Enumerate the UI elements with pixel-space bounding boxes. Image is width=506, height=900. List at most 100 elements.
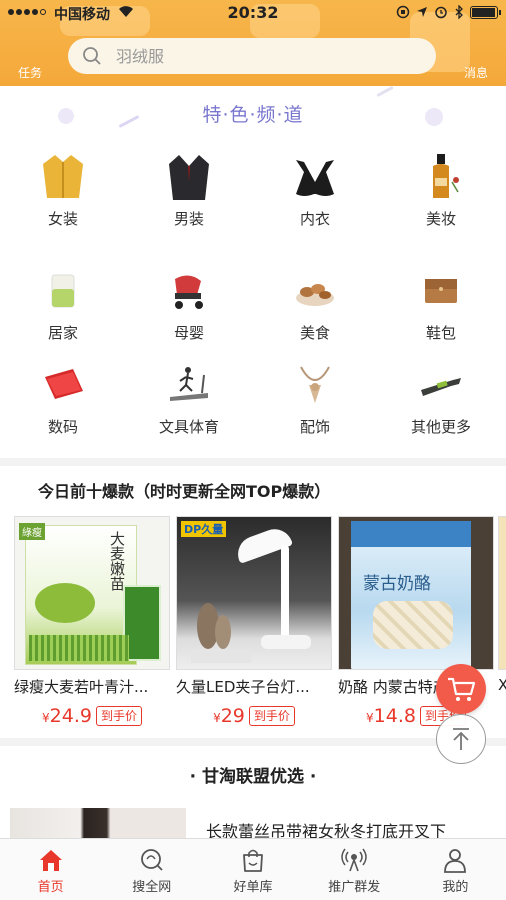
channel-accessories[interactable]: 配饰: [252, 360, 378, 437]
cheese-pieces: [373, 601, 453, 649]
home-icon: [39, 850, 62, 871]
preferred-title: · 甘淘联盟优选 ·: [189, 767, 317, 787]
phone-case-icon: [38, 360, 88, 410]
channel-shoes-bags[interactable]: 鞋包: [378, 266, 504, 343]
tab-label: 首页: [37, 880, 64, 895]
arrow-up-icon: [453, 728, 469, 750]
snacks-icon: [290, 266, 340, 316]
price-row: ¥29 到手价: [176, 705, 332, 727]
battery-icon: [470, 5, 501, 19]
perfume-icon: [416, 152, 466, 202]
search-bar[interactable]: [68, 38, 436, 74]
product-card[interactable]: X: [498, 516, 506, 694]
channel-label: 男装: [173, 210, 204, 228]
product-image: [498, 516, 506, 670]
box-text: 大麦嫩苗: [108, 531, 126, 591]
powder-bowl: [35, 583, 95, 623]
tab-me[interactable]: 我的: [405, 839, 506, 900]
channel-label: 其他更多: [410, 418, 471, 436]
box-brand: DP久量: [181, 521, 227, 537]
alarm-icon: [435, 6, 447, 19]
tab-label: 我的: [442, 880, 469, 895]
preferred-item-image[interactable]: [10, 808, 186, 838]
tab-label: 搜全网: [132, 880, 172, 895]
product-name: 久量LED夹子台灯...: [176, 678, 310, 696]
package-top: [351, 521, 471, 547]
suit-icon: [164, 152, 214, 202]
price-row: ¥24.9 到手价: [14, 705, 170, 727]
channel-label: 居家: [47, 324, 78, 342]
lamp-arm: [281, 545, 289, 645]
task-link[interactable]: 任务: [18, 64, 42, 81]
featured-channels: 特·色·频·道 女装 男装 内衣 美妆 居家 母婴 美食 鞋包 数码 文具体育 …: [0, 85, 506, 458]
decoration-stroke: [376, 85, 394, 98]
necklace-icon: [290, 360, 340, 410]
broadcast-icon: [341, 848, 367, 872]
vase: [215, 615, 231, 649]
channel-food[interactable]: 美食: [252, 266, 378, 343]
tab-label: 好单库: [233, 880, 273, 895]
tab-label: 推广群发: [328, 880, 381, 895]
cart-button[interactable]: [436, 664, 486, 714]
cart-icon: [448, 677, 476, 701]
sweater-icon: [38, 152, 88, 202]
channel-more[interactable]: 其他更多: [378, 360, 504, 437]
search-globe-icon: [140, 849, 163, 871]
search-icon: [83, 47, 101, 65]
status-right: [396, 5, 501, 19]
channel-label: 文具体育: [158, 418, 219, 436]
channel-label: 女装: [47, 210, 78, 228]
location-icon: [417, 7, 427, 17]
product-card[interactable]: DP久量 久量LED夹子台灯... ¥29 到手价: [176, 516, 332, 727]
orientation-lock-icon: [396, 5, 410, 19]
product-image: DP久量: [176, 516, 332, 670]
channel-label: 内衣: [299, 210, 330, 228]
channels-title: 特·色·频·道: [202, 104, 304, 126]
header: 中国移动 20:32 任务 消息: [0, 0, 506, 86]
product-card[interactable]: 綠瘦 大麦嫩苗 绿瘦大麦若叶青汁... ¥24.9 到手价: [14, 516, 170, 727]
tab-broadcast[interactable]: 推广群发: [304, 839, 405, 900]
product-price: ¥24.9: [42, 705, 92, 727]
treadmill-icon: [164, 360, 214, 410]
channel-beauty[interactable]: 美妆: [378, 152, 504, 229]
channel-label: 母婴: [173, 324, 204, 342]
status-bar: 中国移动 20:32: [0, 0, 506, 26]
channel-label: 美妆: [425, 210, 456, 228]
wallet-icon: [416, 266, 466, 316]
channel-label: 数码: [47, 418, 78, 436]
channel-label: 鞋包: [425, 324, 456, 342]
channel-underwear[interactable]: 内衣: [252, 152, 378, 229]
channel-men[interactable]: 男装: [126, 152, 252, 229]
channel-label: 配饰: [299, 418, 330, 436]
books: [191, 649, 251, 663]
channel-baby[interactable]: 母婴: [126, 266, 252, 343]
message-link[interactable]: 消息: [464, 64, 488, 81]
stroller-icon: [164, 266, 214, 316]
preferred-item-name[interactable]: 长款蕾丝吊带裙女秋冬打底开叉下: [206, 818, 446, 838]
back-to-top-button[interactable]: [436, 714, 486, 764]
tab-good-deals[interactable]: 好单库: [202, 839, 303, 900]
product-image: 蒙古奶酪: [338, 516, 494, 670]
price-tag: 到手价: [95, 706, 142, 726]
bluetooth-icon: [455, 5, 463, 19]
product-image: 綠瘦 大麦嫩苗: [14, 516, 170, 670]
preferred-section: · 甘淘联盟优选 · 长款蕾丝吊带裙女秋冬打底开叉下: [0, 746, 506, 838]
tool-icon: [416, 360, 466, 410]
tab-bar: 首页 搜全网 好单库 推广群发 我的: [0, 838, 506, 900]
channel-digital[interactable]: 数码: [0, 360, 126, 437]
tab-home[interactable]: 首页: [0, 839, 101, 900]
box-text: 蒙古奶酪: [363, 574, 431, 594]
channel-home[interactable]: 居家: [0, 266, 126, 343]
shopping-bag-icon: [243, 849, 263, 872]
tab-search-all[interactable]: 搜全网: [101, 839, 202, 900]
cup-icon: [38, 266, 88, 316]
channel-stationery-sports[interactable]: 文具体育: [126, 360, 252, 437]
product-name: X: [498, 676, 506, 694]
grass: [29, 635, 129, 661]
box-brand: 綠瘦: [19, 523, 45, 540]
top-ten-title: 今日前十爆款（时时更新全网TOP爆款）: [38, 482, 331, 501]
search-input[interactable]: [116, 46, 376, 66]
channel-women[interactable]: 女装: [0, 152, 126, 229]
user-icon: [444, 849, 467, 873]
product-price: ¥14.8: [366, 705, 416, 727]
